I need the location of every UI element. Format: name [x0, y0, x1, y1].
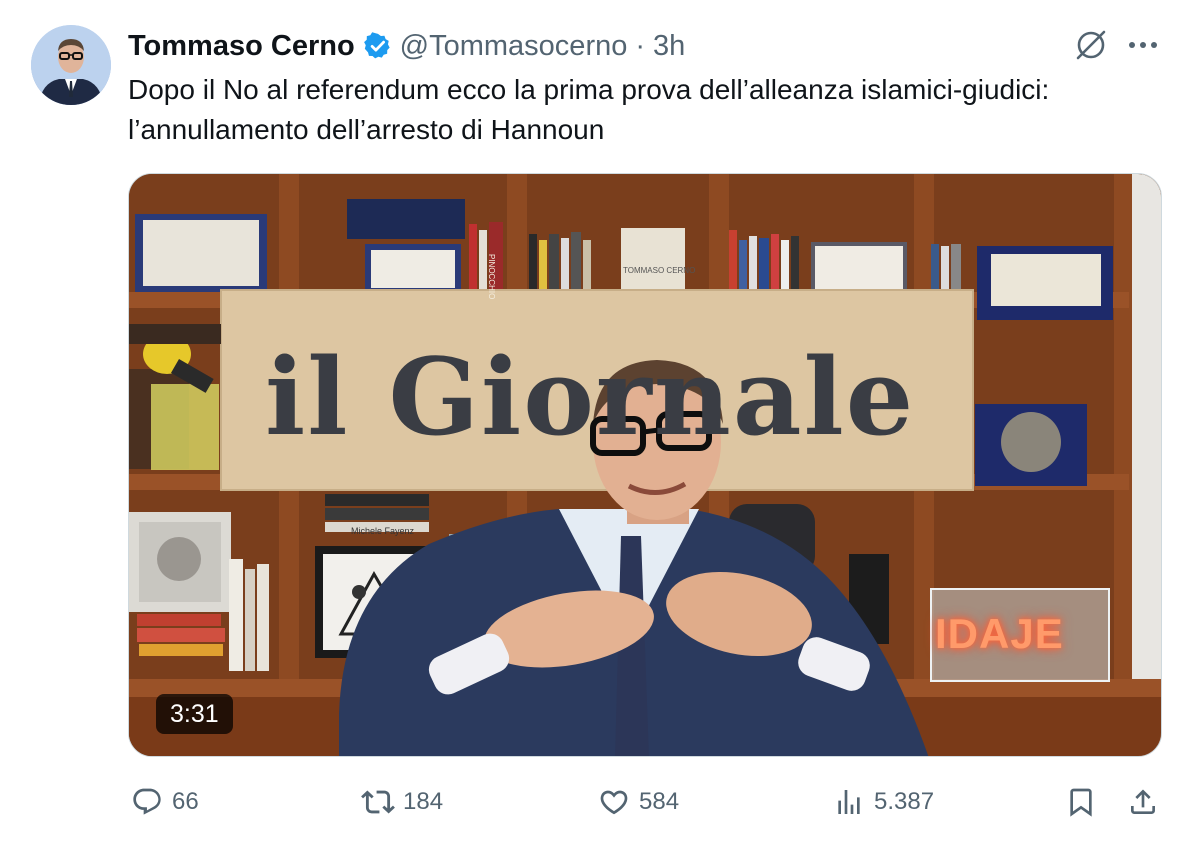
- grok-icon[interactable]: [1072, 26, 1110, 64]
- like-count: 584: [639, 788, 680, 815]
- video-duration-badge: 3:31: [156, 694, 233, 734]
- timestamp[interactable]: 3h: [653, 30, 685, 63]
- tweet-header: Tommaso Cerno @Tommasocerno · 3h: [128, 24, 685, 68]
- neon-sign-text: IDAJE: [935, 610, 1064, 657]
- book-spine-label: PINOCCHIO: [487, 254, 496, 300]
- avatar[interactable]: [31, 25, 111, 105]
- separator-dot: ·: [635, 29, 646, 62]
- bookmark-button[interactable]: [1064, 778, 1098, 826]
- like-icon: [597, 785, 631, 819]
- verified-badge-icon[interactable]: [363, 31, 393, 61]
- sign-text: il Giornale: [265, 334, 916, 459]
- avatar-image: [31, 25, 111, 105]
- action-bar: 66 184 584 5.387: [0, 778, 1200, 826]
- share-icon: [1126, 785, 1160, 819]
- reply-button[interactable]: 66: [130, 778, 199, 826]
- bookmark-icon: [1064, 785, 1098, 819]
- repost-count: 184: [403, 788, 444, 815]
- views-button[interactable]: 5.387: [832, 778, 934, 826]
- more-dots-icon[interactable]: [1124, 26, 1162, 64]
- views-icon: [832, 785, 866, 819]
- video-player[interactable]: il Giornale IDAJE Michele Fayenz PINOCCH…: [128, 173, 1162, 757]
- share-button[interactable]: [1126, 778, 1160, 826]
- like-button[interactable]: 584: [597, 778, 679, 826]
- display-name[interactable]: Tommaso Cerno: [128, 30, 355, 63]
- book-cover-label: TOMMASO CERNO: [623, 266, 696, 275]
- reply-count: 66: [172, 788, 199, 815]
- repost-button[interactable]: 184: [361, 778, 443, 826]
- video-thumbnail: [129, 174, 1161, 756]
- views-count: 5.387: [874, 788, 935, 815]
- reply-icon: [130, 785, 164, 819]
- handle[interactable]: @Tommasocerno: [400, 30, 628, 63]
- tweet-text: Dopo il No al referendum ecco la prima p…: [128, 74, 1050, 145]
- book-label: Michele Fayenz: [351, 526, 415, 536]
- repost-icon: [361, 785, 395, 819]
- tweet[interactable]: Tommaso Cerno @Tommasocerno · 3h Dopo il…: [0, 0, 1200, 849]
